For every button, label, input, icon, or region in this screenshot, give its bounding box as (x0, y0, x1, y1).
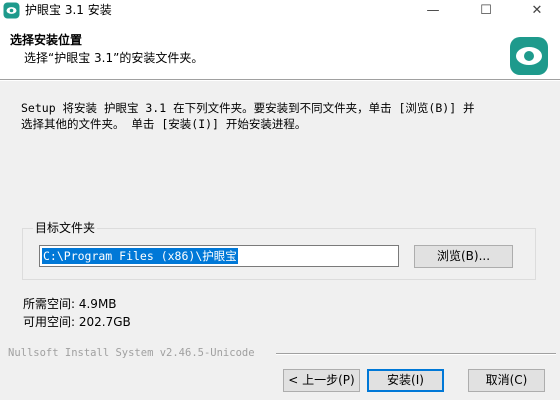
instructions-line-2: 选择其他的文件夹。 单击 [安装(I)] 开始安装进程。 (21, 117, 307, 131)
header-divider (0, 79, 560, 81)
maximize-icon: ☐ (480, 3, 492, 18)
footer-divider (276, 353, 556, 355)
back-button[interactable]: < 上一步(P) (283, 369, 360, 392)
eye-app-icon (3, 2, 20, 19)
install-button[interactable]: 安装(I) (367, 369, 444, 392)
minimize-button[interactable]: — (410, 0, 456, 21)
eye-logo-icon (510, 37, 548, 75)
header-panel: 选择安装位置 选择“护眼宝 3.1”的安装文件夹。 (0, 21, 560, 79)
close-icon: ✕ (531, 3, 543, 18)
window-title: 护眼宝 3.1 安装 (25, 3, 112, 17)
nsis-branding: Nullsoft Install System v2.46.5-Unicode (8, 347, 255, 359)
space-required: 所需空间: 4.9MB (23, 297, 117, 311)
instructions-text: Setup 将安装 护眼宝 3.1 在下列文件夹。要安装到不同文件夹，单击 [浏… (21, 100, 541, 132)
close-button[interactable]: ✕ (514, 0, 560, 21)
install-path-value[interactable]: C:\Program Files (x86)\护眼宝 (42, 248, 238, 264)
minimize-icon: — (426, 3, 440, 18)
space-available: 可用空间: 202.7GB (23, 315, 131, 329)
cancel-button[interactable]: 取消(C) (468, 369, 545, 392)
target-folder-label: 目标文件夹 (33, 220, 98, 236)
title-bar: 护眼宝 3.1 安装 — ☐ ✕ (0, 0, 560, 21)
instructions-line-1: Setup 将安装 护眼宝 3.1 在下列文件夹。要安装到不同文件夹，单击 [浏… (21, 101, 475, 115)
page-title: 选择安装位置 (10, 33, 83, 47)
installer-window: 护眼宝 3.1 安装 — ☐ ✕ 选择安装位置 选择“护眼宝 3.1”的安装文件… (0, 0, 560, 400)
maximize-button[interactable]: ☐ (463, 0, 509, 21)
browse-button[interactable]: 浏览(B)... (414, 245, 513, 268)
page-subtitle: 选择“护眼宝 3.1”的安装文件夹。 (24, 51, 204, 65)
